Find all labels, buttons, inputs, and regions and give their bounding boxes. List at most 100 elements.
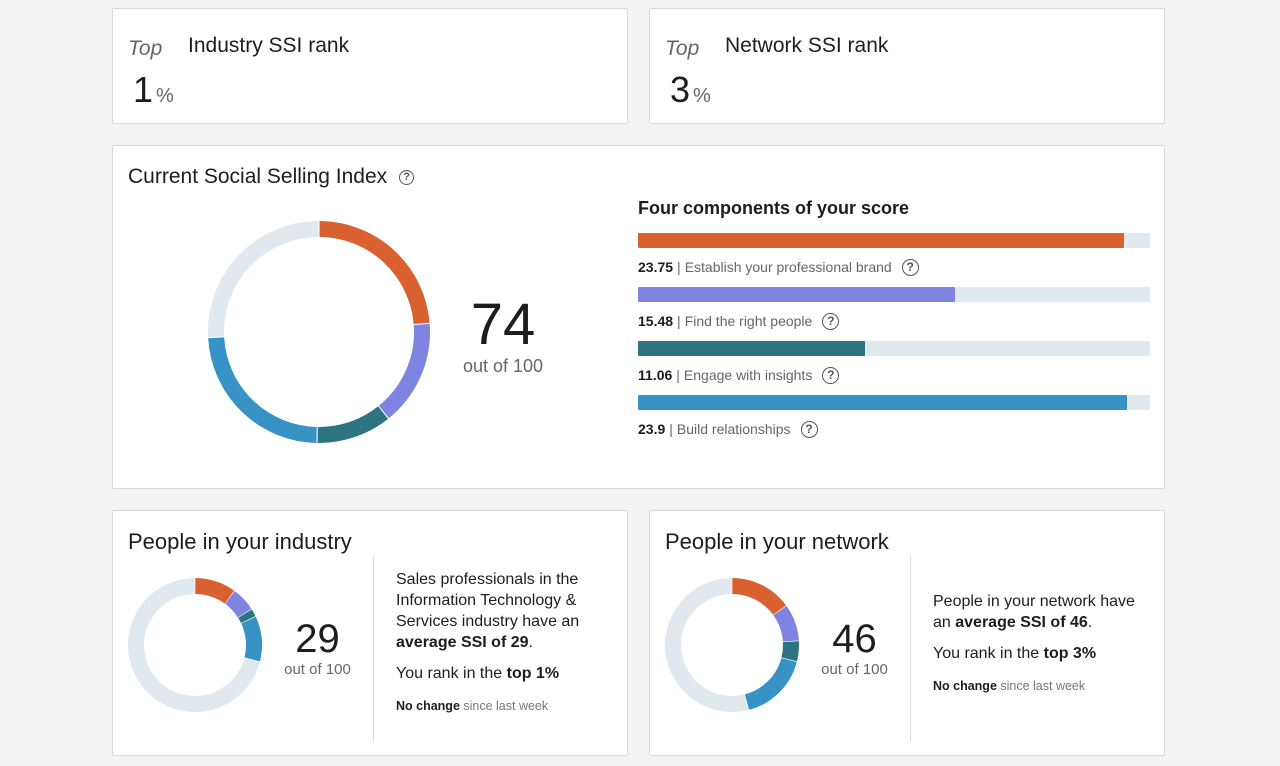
network-score-out-of: out of 100	[821, 661, 888, 678]
rank-text: You rank in the	[933, 645, 1044, 662]
network-description: People in your network have an average S…	[933, 591, 1151, 707]
industry-text: Sales professionals in the Information T…	[396, 571, 580, 630]
rank-title: Industry SSI rank	[188, 34, 350, 57]
change-bold: No change	[396, 699, 460, 713]
ssi-title: Current Social Selling Index ?	[128, 165, 415, 189]
industry-donut-chart	[128, 578, 262, 712]
industry-rank-text: You rank in the top 1%	[396, 663, 611, 684]
question-circle-icon[interactable]: ?	[800, 420, 818, 438]
donut-segment-remaining	[665, 578, 749, 712]
question-circle-icon[interactable]: ?	[901, 258, 919, 276]
component-name: Establish your professional brand	[684, 259, 892, 275]
change-text: since last week	[459, 699, 549, 713]
donut-segment-establish-your-professional-brand	[731, 578, 786, 616]
question-circle-icon[interactable]: ?	[399, 169, 415, 185]
industry-title: People in your industry	[128, 529, 352, 554]
industry-change-text: No change since last week	[396, 696, 611, 717]
donut-segment-engage-with-insights	[238, 609, 256, 624]
component-name: Build relationships	[676, 421, 791, 437]
network-score-value: 46	[832, 617, 877, 661]
divider	[373, 555, 374, 742]
components-title: Four components of your score	[638, 198, 910, 218]
ssi-score-out-of: out of 100	[462, 356, 544, 376]
component-name: Find the right people	[684, 313, 813, 329]
network-change-text: No change since last week	[933, 676, 1151, 697]
component-bar-fill	[638, 341, 865, 356]
donut-segment-find-the-right-people	[773, 605, 799, 642]
rank-value: 3%	[670, 69, 711, 111]
component-row: 11.06 | Engage with insights?	[638, 341, 1150, 384]
network-card: People in your network 46 out of 100 Peo…	[649, 510, 1165, 756]
ssi-score: 74 out of 100	[453, 296, 553, 377]
change-text: since last week	[996, 679, 1086, 693]
ssi-donut-chart	[208, 221, 430, 443]
network-rank-card: Top Network SSI rank 3%	[649, 8, 1165, 124]
component-label: 11.06 | Engage with insights?	[638, 366, 1150, 384]
component-bar-track	[638, 341, 1150, 356]
separator: |	[669, 421, 673, 437]
industry-score-value: 29	[295, 617, 340, 661]
component-bar-track	[638, 395, 1150, 410]
rank-number: 1	[133, 69, 154, 110]
industry-score-out-of: out of 100	[284, 661, 351, 678]
component-bar-track	[638, 233, 1150, 248]
donut-segment-build-relationships	[208, 337, 317, 443]
rank-value: 1%	[133, 69, 174, 111]
question-circle-icon[interactable]: ?	[822, 312, 840, 330]
donut-segment-build-relationships	[744, 657, 797, 710]
component-label: 15.48 | Find the right people?	[638, 312, 1150, 330]
component-bar-fill	[638, 287, 956, 302]
donut-segment-find-the-right-people	[224, 591, 252, 618]
rank-bold: top 3%	[1043, 645, 1097, 662]
industry-average-text: Sales professionals in the Information T…	[396, 569, 611, 653]
ssi-card: Current Social Selling Index ? 74 out of…	[112, 145, 1165, 489]
network-average-text: People in your network have an average S…	[933, 591, 1151, 633]
network-donut-chart	[665, 578, 799, 712]
network-score: 46 out of 100	[812, 619, 897, 678]
network-average-bold: average SSI of 46	[955, 614, 1088, 631]
industry-average-bold: average SSI of 29	[396, 634, 529, 651]
component-bar-fill	[638, 233, 1125, 248]
divider	[910, 555, 911, 742]
separator: |	[677, 259, 681, 275]
donut-segment-engage-with-insights	[781, 641, 799, 662]
component-value: 23.9	[638, 421, 666, 437]
component-label: 23.9 | Build relationships?	[638, 420, 1150, 438]
industry-description: Sales professionals in the Information T…	[396, 569, 611, 727]
component-name: Engage with insights	[683, 367, 813, 383]
component-bar-fill	[638, 395, 1128, 410]
rank-text: You rank in the	[396, 665, 507, 682]
change-bold: No change	[933, 679, 997, 693]
separator: |	[676, 367, 680, 383]
industry-card: People in your industry 29 out of 100 Sa…	[112, 510, 628, 756]
donut-segment-establish-your-professional-brand	[319, 221, 430, 325]
ssi-title-text: Current Social Selling Index	[128, 165, 388, 188]
component-value: 11.06	[638, 367, 673, 383]
rank-prefix: Top	[665, 37, 700, 60]
network-rank-text: You rank in the top 3%	[933, 643, 1151, 664]
period: .	[1087, 614, 1093, 631]
rank-number: 3	[670, 69, 691, 110]
rank-unit: %	[693, 85, 711, 107]
rank-bold: top 1%	[506, 665, 560, 682]
component-label: 23.75 | Establish your professional brand?	[638, 258, 1150, 276]
component-row: 15.48 | Find the right people?	[638, 287, 1150, 330]
donut-segment-engage-with-insights	[317, 406, 389, 443]
question-circle-icon[interactable]: ?	[822, 366, 840, 384]
network-title: People in your network	[665, 529, 889, 554]
component-row: 23.75 | Establish your professional brand?	[638, 233, 1150, 276]
rank-title: Network SSI rank	[725, 34, 889, 57]
component-value: 23.75	[638, 259, 674, 275]
period: .	[528, 634, 533, 651]
industry-score: 29 out of 100	[275, 619, 360, 678]
component-value: 15.48	[638, 313, 674, 329]
donut-segment-establish-your-professional-brand	[194, 578, 235, 604]
component-row: 23.9 | Build relationships?	[638, 395, 1150, 438]
rank-prefix: Top	[128, 37, 163, 60]
donut-segment-build-relationships	[241, 616, 262, 662]
component-bar-track	[638, 287, 1150, 302]
score-components: Four components of your score 23.75 | Esta…	[638, 198, 1150, 449]
rank-unit: %	[156, 85, 174, 107]
donut-segment-remaining	[208, 221, 319, 338]
industry-rank-card: Top Industry SSI rank 1%	[112, 8, 628, 124]
